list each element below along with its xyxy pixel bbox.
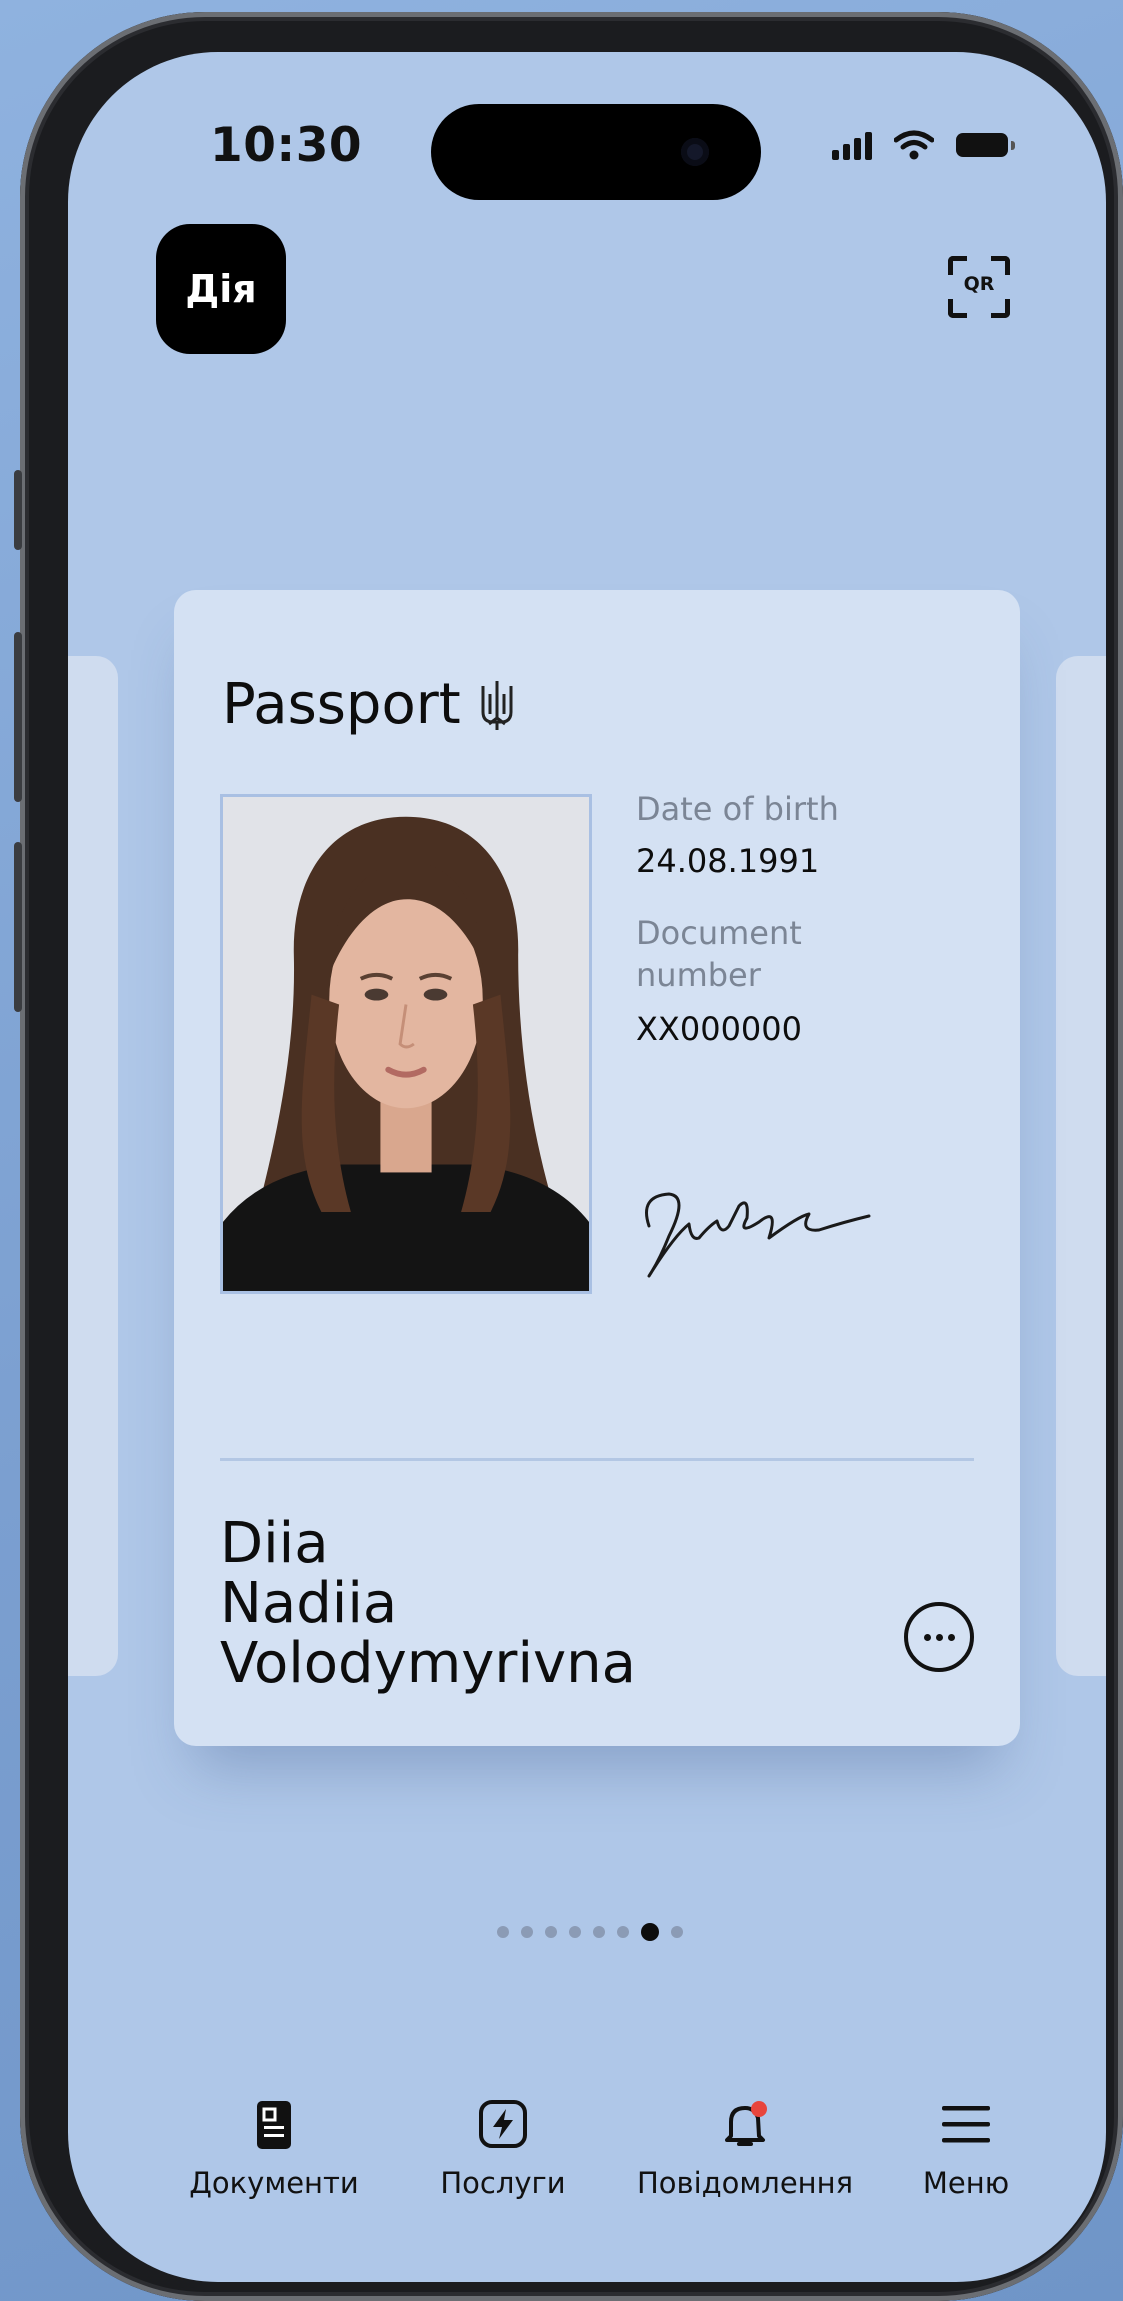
page-dot[interactable] [671,1926,683,1938]
portrait-photo [220,794,592,1294]
more-options-button[interactable] [904,1602,974,1672]
phone-frame: 10:30 Дія QR Passport Date of birth 24.0… [14,12,1123,2301]
wifi-icon [894,130,934,160]
dot [923,1633,931,1641]
tab-notifications[interactable]: Повідомлення [620,2098,870,2200]
bell-icon [717,2098,773,2154]
document-title-text: Passport [222,672,461,737]
dot [947,1633,955,1641]
side-button [14,842,22,1012]
signature-image [645,1192,871,1278]
side-button [14,632,22,802]
tab-label: Повідомлення [636,2166,854,2200]
document-icon [246,2098,302,2154]
qr-corner [948,299,967,318]
passport-card[interactable]: Passport Date of birth 24.08.1991 Docume… [174,590,1020,1746]
page-dot[interactable] [521,1926,533,1938]
battery-icon [956,133,1015,157]
page-dot[interactable] [545,1926,557,1938]
portrait-image [223,797,589,1291]
previous-document-card[interactable] [68,656,118,1676]
page-dot-active[interactable] [641,1923,659,1941]
dot [935,1633,943,1641]
trident-icon [481,680,513,730]
page-dot[interactable] [593,1926,605,1938]
menu-icon [938,2098,994,2154]
camera-icon [681,138,709,166]
page-dot[interactable] [617,1926,629,1938]
document-title: Passport [222,672,517,737]
app-logo: Дія [156,224,286,354]
given-name: Nadiia [220,1571,398,1636]
tab-label: Послуги [440,2166,566,2200]
document-number-label: Document number [636,914,802,994]
notification-badge [751,2101,767,2117]
signal-icon [832,130,872,160]
tab-label: Меню [922,2166,1010,2200]
next-document-card[interactable] [1056,656,1106,1676]
qr-scan-button[interactable]: QR [948,256,1010,318]
tab-bar: Документи Послуги Повідомлення Меню [68,2098,1106,2228]
page-dot[interactable] [569,1926,581,1938]
tab-menu[interactable]: Меню [906,2098,1026,2200]
tab-label: Документи [189,2166,359,2200]
qr-icon-label: QR [963,273,995,295]
dynamic-island [431,104,761,200]
card-divider [220,1458,974,1461]
status-icons [832,130,1015,160]
page-indicator[interactable] [71,1923,1106,1941]
side-button [14,470,22,550]
date-of-birth-value: 24.08.1991 [636,842,820,880]
surname: Diia [220,1511,329,1576]
date-of-birth-label: Date of birth [636,790,839,828]
tab-documents[interactable]: Документи [174,2098,374,2200]
status-time: 10:30 [210,118,363,173]
app-screen: 10:30 Дія QR Passport Date of birth 24.0… [68,52,1106,2282]
lightning-icon [475,2098,531,2154]
document-number-value: XX000000 [636,1010,802,1048]
tab-services[interactable]: Послуги [428,2098,578,2200]
page-dot[interactable] [497,1926,509,1938]
qr-corner [991,299,1010,318]
patronymic: Volodymyrivna [220,1631,636,1696]
